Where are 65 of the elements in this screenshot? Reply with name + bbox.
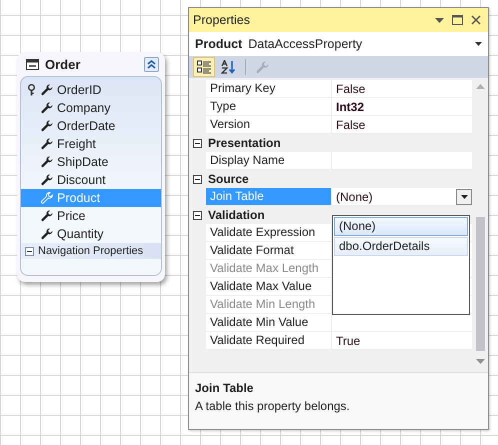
scrollbar-thumb[interactable] xyxy=(476,217,484,351)
wrench-icon xyxy=(41,120,53,132)
dropdown-button[interactable] xyxy=(456,188,472,204)
property-value: False xyxy=(336,118,366,132)
entity-property[interactable]: Quantity xyxy=(21,225,161,243)
value-cell[interactable]: Int32 xyxy=(332,98,472,116)
object-selector[interactable]: Product DataAccessProperty xyxy=(189,32,488,56)
property-name[interactable]: Primary Key xyxy=(206,80,332,98)
property-value: Int32 xyxy=(336,100,364,114)
entity-property[interactable]: ShipDate xyxy=(21,153,161,171)
close-icon[interactable] xyxy=(471,15,481,25)
collapse-icon[interactable] xyxy=(193,138,202,148)
property-name[interactable]: Validate Required xyxy=(206,332,332,350)
wrench-icon xyxy=(41,138,53,150)
property-name[interactable]: Validate Max Value xyxy=(206,278,332,296)
category-label: Validation xyxy=(208,208,265,222)
wrench-icon xyxy=(41,84,53,96)
entity-property[interactable]: Freight xyxy=(21,135,161,153)
value-cell[interactable]: True xyxy=(332,332,472,350)
property-name[interactable]: Validate Min Value xyxy=(206,314,332,332)
entity-title: Order xyxy=(45,56,82,72)
property-name[interactable]: Validate Format xyxy=(206,242,332,260)
wrench-icon xyxy=(41,156,53,168)
collapse-button[interactable] xyxy=(144,56,159,72)
entity-property[interactable]: Company xyxy=(21,99,161,117)
collapse-icon[interactable] xyxy=(193,210,202,220)
property-value: False xyxy=(336,82,366,96)
wrench-icon xyxy=(41,228,53,240)
maximize-icon[interactable] xyxy=(452,15,463,25)
navigation-section[interactable]: Navigation Properties xyxy=(21,243,161,259)
category-label: Presentation xyxy=(208,136,281,150)
category-label: Source xyxy=(208,172,249,186)
property-value: (None) xyxy=(336,190,373,204)
wrench-icon xyxy=(41,102,53,114)
value-cell[interactable]: (None) xyxy=(332,188,472,206)
dropdown-option[interactable]: (None) xyxy=(334,217,468,236)
wrench-icon xyxy=(41,210,53,222)
property-name[interactable]: Version xyxy=(206,116,332,134)
caret-icon xyxy=(460,194,468,198)
entity-card[interactable]: Order OrderID Company OrderDate Freight ShipDate Discount Product Price Quantity Navigation Properties xyxy=(17,52,165,282)
value-cell[interactable]: False xyxy=(332,80,472,98)
property-name[interactable]: Display Name xyxy=(206,152,332,170)
property-name[interactable]: Validate Expression xyxy=(206,224,332,242)
property-name[interactable]: Type xyxy=(206,98,332,116)
collapse-icon[interactable] xyxy=(193,174,202,184)
value-cell[interactable]: False xyxy=(332,116,472,134)
entity-property[interactable]: Price xyxy=(21,207,161,225)
entity-property[interactable]: OrderID xyxy=(21,81,161,99)
caret-icon xyxy=(475,42,482,46)
wrench-icon xyxy=(41,174,53,186)
entity-property[interactable]: Discount xyxy=(21,171,161,189)
description-title: Join Table xyxy=(195,381,254,395)
chevron-icon xyxy=(146,58,157,70)
window-title: Properties xyxy=(193,13,250,27)
description-text: A table this property belongs. xyxy=(195,399,351,413)
scroll-down-icon[interactable] xyxy=(476,359,484,364)
value-cell[interactable] xyxy=(332,314,472,332)
table-icon xyxy=(26,58,39,70)
collapse-icon xyxy=(25,246,34,256)
property-value: True xyxy=(336,334,360,348)
wrench-icon xyxy=(41,192,53,204)
dropdown-icon[interactable] xyxy=(435,18,444,22)
dropdown-option[interactable]: dbo.OrderDetails xyxy=(334,237,468,256)
categorized-button[interactable] xyxy=(193,57,215,77)
entity-property[interactable]: OrderDate xyxy=(21,117,161,135)
